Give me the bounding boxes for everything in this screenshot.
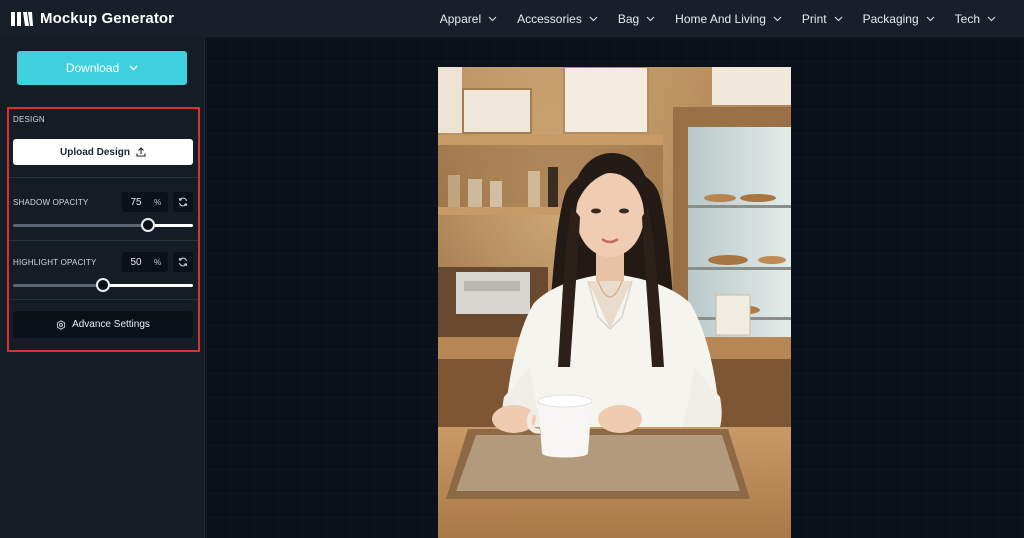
nav-item-label: Accessories <box>517 11 582 26</box>
chevron-down-icon <box>773 16 782 21</box>
app-title: Mockup Generator <box>40 10 175 27</box>
nav-item-accessories[interactable]: Accessories <box>517 12 598 26</box>
download-button[interactable]: Download <box>17 51 187 85</box>
mockup-canvas <box>206 37 1024 538</box>
reset-icon <box>178 257 188 267</box>
highlight-opacity-slider[interactable] <box>13 278 193 292</box>
nav-item-label: Packaging <box>862 11 919 26</box>
nav-item-tech[interactable]: Tech <box>955 12 996 26</box>
shadow-reset-button[interactable] <box>173 192 193 212</box>
sidebar: Download DESIGN Upload Design SHADOW OPA… <box>0 37 205 538</box>
mockup-preview-image[interactable] <box>438 67 791 538</box>
nav-item-apparel[interactable]: Apparel <box>440 12 497 26</box>
mockup-generator-logo-icon <box>11 11 33 26</box>
chevron-down-icon <box>646 16 655 21</box>
chevron-down-icon <box>926 16 935 21</box>
highlight-opacity-label: HIGHLIGHT OPACITY <box>13 258 97 267</box>
nav-item-label: Home And Living <box>675 11 766 26</box>
highlight-opacity-input[interactable]: 50 % <box>122 252 168 272</box>
nav-item-label: Apparel <box>439 11 482 26</box>
section-divider <box>9 240 198 241</box>
slider-thumb[interactable] <box>141 218 155 232</box>
chevron-down-icon <box>834 16 843 21</box>
highlight-reset-button[interactable] <box>173 252 193 272</box>
upload-icon <box>136 147 146 157</box>
settings-icon <box>57 319 66 330</box>
slider-track-filled <box>13 284 103 287</box>
shadow-opacity-slider[interactable] <box>13 218 193 232</box>
nav-item-print[interactable]: Print <box>802 12 843 26</box>
chevron-down-icon <box>129 65 138 71</box>
highlight-opacity-value: 50 <box>130 256 142 268</box>
design-section-label: DESIGN <box>13 115 45 124</box>
design-panel: DESIGN Upload Design SHADOW OPACITY 75 % <box>7 107 200 352</box>
chevron-down-icon <box>589 16 598 21</box>
advance-settings-button[interactable]: Advance Settings <box>13 311 193 338</box>
upload-design-button[interactable]: Upload Design <box>13 139 193 165</box>
section-divider <box>9 299 198 300</box>
percent-unit: % <box>154 257 162 267</box>
percent-unit: % <box>154 197 162 207</box>
slider-track-empty <box>103 284 193 287</box>
reset-icon <box>178 197 188 207</box>
shadow-opacity-label: SHADOW OPACITY <box>13 198 89 207</box>
nav-item-label: Tech <box>954 11 980 26</box>
nav-item-packaging[interactable]: Packaging <box>863 12 935 26</box>
section-divider <box>9 177 198 178</box>
nav-item-bag[interactable]: Bag <box>618 12 655 26</box>
brand[interactable]: Mockup Generator <box>11 10 174 27</box>
nav-item-home-and-living[interactable]: Home And Living <box>675 12 782 26</box>
chevron-down-icon <box>488 16 497 21</box>
download-button-label: Download <box>65 61 120 75</box>
main-nav: Apparel Accessories Bag Home And Living … <box>420 0 996 37</box>
shadow-opacity-input[interactable]: 75 % <box>122 192 168 212</box>
upload-design-label: Upload Design <box>59 146 130 158</box>
top-bar: Mockup Generator Apparel Accessories Bag… <box>0 0 1024 37</box>
nav-item-label: Bag <box>617 11 640 26</box>
slider-thumb[interactable] <box>96 278 110 292</box>
chevron-down-icon <box>987 16 996 21</box>
advance-settings-label: Advance Settings <box>72 319 150 330</box>
shadow-opacity-value: 75 <box>130 196 142 208</box>
slider-track-filled <box>13 224 148 227</box>
nav-item-label: Print <box>801 11 827 26</box>
